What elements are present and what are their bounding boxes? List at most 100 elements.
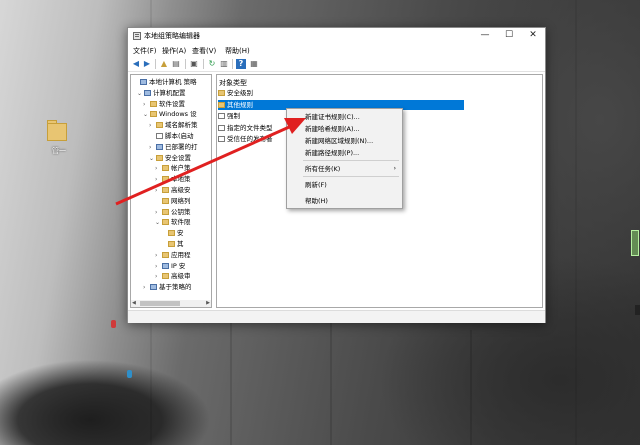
tree-item[interactable]: › 高级审 — [155, 271, 191, 282]
tree-item-label: 计算机配置 — [153, 88, 186, 97]
tree-item-label: 基于策略的 — [159, 283, 192, 292]
tree-item[interactable]: › 公钥策 — [155, 207, 191, 218]
app-icon — [133, 32, 141, 40]
context-menu-item[interactable]: 新建路径规则(P)... — [287, 147, 402, 159]
toolbar: ◀ ▶ ▲ ▤ ▣ ↻ ▥ ? ▦ — [128, 56, 545, 72]
tree-item[interactable]: 本地计算机 策略 — [133, 77, 197, 88]
context-menu-item[interactable]: 刷新(F) — [287, 179, 402, 191]
folder-icon — [156, 154, 163, 161]
context-menu-item-label: 刷新(F) — [305, 181, 327, 189]
tree-item[interactable]: 网络列 — [155, 196, 191, 207]
tree-item[interactable]: › 应用程 — [155, 250, 191, 261]
expand-icon[interactable]: › — [155, 163, 162, 174]
folder-icon — [168, 241, 175, 247]
collapse-icon[interactable]: ⌄ — [137, 88, 144, 99]
toolbar-divider — [185, 59, 186, 69]
expand-icon[interactable]: › — [155, 185, 162, 196]
close-button[interactable]: ✕ — [521, 28, 545, 44]
tree-item[interactable]: › 帐户策 — [155, 163, 191, 174]
folder-icon — [162, 197, 169, 204]
maximize-button[interactable]: ☐ — [497, 28, 521, 44]
view-details-icon[interactable]: ▦ — [249, 59, 259, 69]
context-menu-item[interactable]: 新建哈希规则(A)... — [287, 123, 402, 135]
desktop-folder-icon[interactable] — [47, 119, 67, 141]
folder-icon — [156, 122, 163, 129]
folder-icon — [218, 90, 225, 96]
show-hide-tree-icon[interactable]: ▤ — [171, 59, 181, 69]
folder-icon — [162, 165, 169, 172]
toolbar-divider — [232, 59, 233, 69]
context-menu-item-label: 帮助(H) — [305, 197, 328, 205]
expand-icon[interactable]: › — [155, 261, 162, 272]
expand-icon[interactable]: › — [149, 142, 156, 153]
back-icon[interactable]: ◀ — [131, 59, 141, 69]
expand-icon[interactable]: › — [149, 120, 156, 131]
window-title: 本地组策略编辑器 — [144, 32, 200, 40]
computer-icon — [150, 284, 157, 291]
tree-item[interactable]: › IP 安 — [155, 261, 185, 272]
expand-icon[interactable]: › — [155, 250, 162, 261]
tree-horizontal-scrollbar[interactable]: ◀ ▶ — [131, 300, 211, 307]
expand-icon[interactable]: › — [155, 207, 162, 218]
tree-item[interactable]: › 基于策略的 — [143, 282, 192, 293]
tree-item[interactable]: 安 — [161, 228, 184, 239]
export-list-icon[interactable]: ▥ — [219, 59, 229, 69]
help-icon[interactable]: ? — [236, 59, 246, 69]
tree-item-label: 软件设置 — [159, 99, 185, 108]
edge-mark — [635, 305, 640, 315]
context-menu-item[interactable]: 所有任务(K) › — [287, 163, 402, 175]
menu-action[interactable]: 操作(A) — [162, 46, 186, 56]
menu-file[interactable]: 文件(F) — [133, 46, 157, 56]
context-menu-item-label: 新建哈希规则(A)... — [305, 125, 360, 133]
list-item[interactable]: 强制 — [218, 111, 240, 121]
minimize-button[interactable]: — — [473, 28, 497, 44]
tree-item[interactable]: › 本地策 — [155, 174, 191, 185]
properties-icon[interactable]: ▣ — [189, 59, 199, 69]
folder-icon — [150, 100, 157, 107]
computer-icon — [162, 262, 169, 269]
list-item[interactable]: 安全级别 — [218, 88, 253, 98]
expand-icon[interactable]: › — [155, 271, 162, 282]
tree-item[interactable]: › 高级安 — [155, 185, 191, 196]
tree-item[interactable]: ⌄ Windows 设 — [143, 109, 197, 120]
context-menu-item[interactable]: 新建证书规则(C)... — [287, 111, 402, 123]
collapse-icon[interactable]: ⌄ — [143, 109, 150, 120]
context-menu-item-label: 新建路径规则(P)... — [305, 149, 360, 157]
tree-item[interactable]: ⌄ 软件限 — [155, 217, 191, 228]
forward-icon[interactable]: ▶ — [142, 59, 152, 69]
folder-icon — [218, 101, 225, 108]
tree-item[interactable]: › 已部署的打 — [149, 142, 198, 153]
context-menu: 新建证书规则(C)... 新建哈希规则(A)... 新建网络区域规则(N)... 新建… — [286, 108, 403, 209]
tree-item[interactable]: 脚本(启动 — [149, 131, 194, 142]
expand-icon[interactable]: › — [155, 174, 162, 185]
tree-item-label: IP 安 — [171, 261, 186, 270]
list-item[interactable]: 指定的文件类型 — [218, 123, 273, 133]
up-folder-icon[interactable]: ▲ — [159, 59, 169, 69]
collapse-icon[interactable]: ⌄ — [149, 153, 156, 164]
expand-icon[interactable]: › — [143, 282, 150, 293]
context-menu-item-label: 新建证书规则(C)... — [305, 113, 360, 121]
tree-item[interactable]: ⌄ 计算机配置 — [137, 88, 186, 99]
expand-icon[interactable]: › — [143, 99, 150, 110]
scrollbar-thumb[interactable] — [140, 301, 180, 306]
scroll-left-icon[interactable]: ◀ — [132, 300, 136, 306]
scroll-right-icon[interactable]: ▶ — [206, 300, 210, 306]
submenu-arrow-icon: › — [393, 165, 396, 172]
column-header-object-type[interactable]: 对象类型 — [219, 78, 247, 88]
context-menu-item[interactable]: 帮助(H) — [287, 195, 402, 207]
title-bar[interactable]: 本地组策略编辑器 — ☐ ✕ — [128, 28, 545, 44]
tree-item[interactable]: › 软件设置 — [143, 99, 185, 110]
tree-item[interactable]: ⌄ 安全设置 — [149, 153, 191, 164]
console-tree[interactable]: 本地计算机 策略 ⌄ 计算机配置 › 软件设置 ⌄ Windows 设 › 域名解析策 脚本(启动… — [130, 74, 212, 308]
computer-icon — [144, 89, 151, 96]
menu-help[interactable]: 帮助(H) — [225, 46, 250, 56]
collapse-icon[interactable]: ⌄ — [155, 217, 162, 228]
context-menu-item[interactable]: 新建网络区域规则(N)... — [287, 135, 402, 147]
tree-item[interactable]: 其 — [161, 239, 184, 250]
list-item[interactable]: 受信任的发布者 — [218, 134, 273, 144]
refresh-icon[interactable]: ↻ — [207, 59, 217, 69]
tree-item[interactable]: › 域名解析策 — [149, 120, 198, 131]
tree-item-label: Windows 设 — [159, 110, 197, 119]
toolbar-divider — [203, 59, 204, 69]
menu-view[interactable]: 查看(V) — [192, 46, 216, 56]
